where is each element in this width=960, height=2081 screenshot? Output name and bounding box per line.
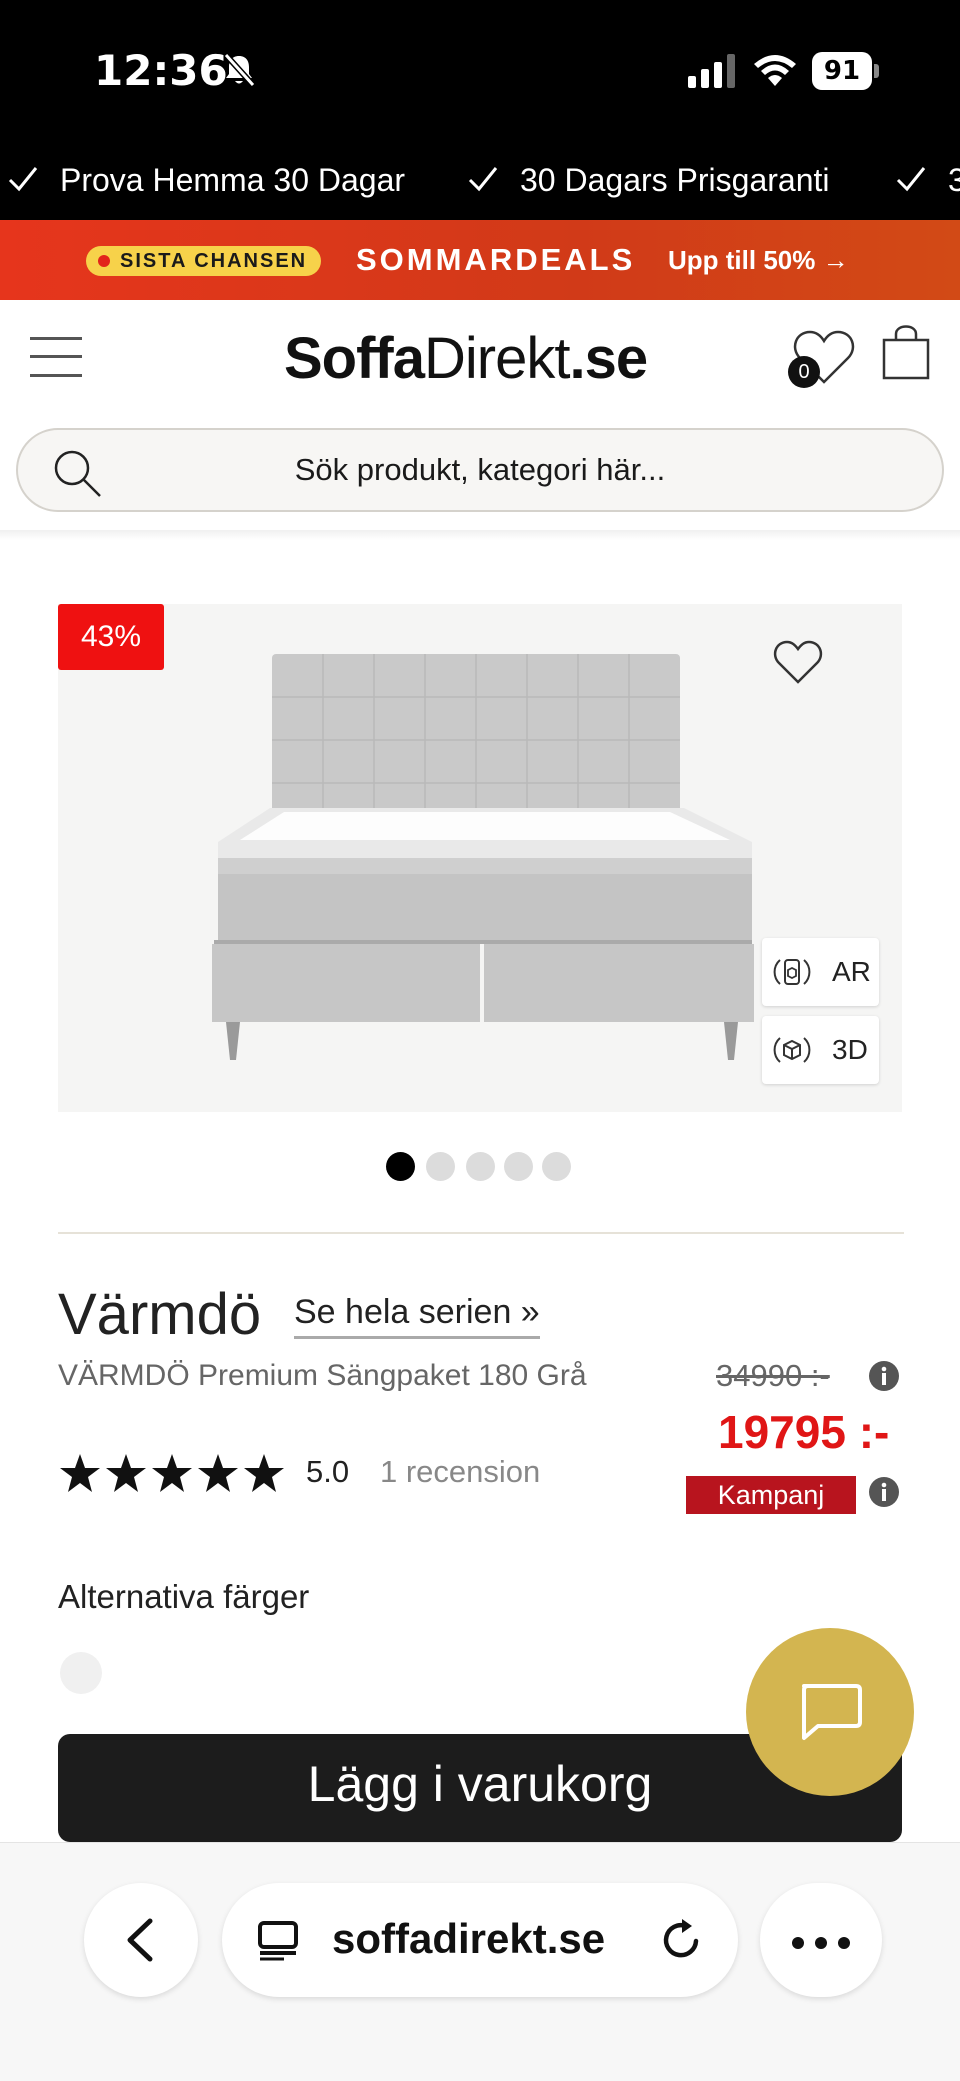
logo-suffix: .se [569, 326, 648, 391]
carousel-dot[interactable] [466, 1152, 495, 1181]
product-title: Värmdö [58, 1282, 262, 1347]
rating-value: 5.0 [306, 1454, 350, 1489]
discount-badge: 43% [58, 604, 164, 670]
usp-ticker: Prova Hemma 30 Dagar 30 Dagars Prisgaran… [0, 140, 960, 220]
last-chance-pill: SISTA CHANSEN [86, 246, 322, 276]
status-bar: 12:36 91 [0, 0, 960, 140]
chevron-left-icon [127, 1918, 153, 1962]
3d-label: 3D [832, 1034, 868, 1065]
header-shadow [0, 530, 960, 540]
3d-cube-icon [773, 1037, 811, 1063]
carousel-dot[interactable] [386, 1152, 415, 1181]
divider [58, 1232, 904, 1234]
red-dot-icon [98, 255, 110, 267]
site-settings-icon [258, 1921, 298, 1961]
battery-icon: 91 [812, 52, 879, 90]
alternative-colors-label: Alternativa färger [58, 1578, 310, 1615]
check-icon [8, 167, 38, 192]
usp-item: 3 [896, 140, 960, 220]
back-button[interactable] [84, 1883, 198, 1997]
url-text: soffadirekt.se [332, 1915, 606, 1962]
usp-item: Prova Hemma 30 Dagar [8, 140, 405, 220]
wishlist-count: 0 [788, 356, 820, 388]
3d-button[interactable]: 3D [762, 1016, 879, 1084]
see-series-link[interactable]: Se hela serien » [294, 1290, 540, 1339]
site-header: SoffaDirekt.se 0 [0, 300, 960, 426]
search-placeholder: Sök produkt, kategori här... [294, 452, 666, 487]
promo-link[interactable]: Upp till 50% → [668, 240, 849, 280]
address-bar[interactable]: soffadirekt.se [222, 1883, 738, 1997]
ar-icon [773, 959, 811, 985]
dot-icon [815, 1937, 827, 1949]
star-rating[interactable] [58, 1452, 284, 1496]
wifi-icon [754, 55, 796, 86]
check-icon [468, 167, 498, 192]
carousel-dot[interactable] [542, 1152, 571, 1181]
usp-item-label: 3 [948, 162, 960, 198]
logo-regular: Direkt [424, 326, 570, 391]
shopping-bag-icon[interactable] [880, 322, 932, 380]
chat-button[interactable] [746, 1628, 914, 1796]
check-icon [896, 167, 926, 192]
reload-icon[interactable] [660, 1917, 704, 1963]
usp-item: 30 Dagars Prisgaranti [468, 140, 829, 220]
sale-price: 19795 :- [718, 1406, 890, 1458]
logo-bold: Soffa [284, 326, 425, 391]
promo-banner[interactable]: SISTA CHANSEN SOMMARDEALS Upp till 50% → [0, 220, 960, 300]
more-options-button[interactable] [760, 1883, 882, 1997]
info-icon[interactable] [868, 1360, 900, 1392]
bed-image [212, 654, 754, 1060]
carousel-dot[interactable] [504, 1152, 533, 1181]
browser-toolbar: soffadirekt.se [0, 1842, 960, 2081]
last-chance-label: SISTA CHANSEN [120, 250, 308, 272]
search-input[interactable]: Sök produkt, kategori här... [16, 428, 944, 512]
campaign-badge: Kampanj [686, 1476, 856, 1514]
info-icon[interactable] [868, 1476, 900, 1508]
product-description: VÄRMDÖ Premium Sängpaket 180 Grå [58, 1359, 587, 1392]
site-logo[interactable]: SoffaDirekt.se [284, 324, 648, 394]
ar-button[interactable]: AR [762, 938, 879, 1006]
ar-label: AR [832, 956, 871, 987]
dot-icon [792, 1937, 804, 1949]
usp-item-label: 30 Dagars Prisgaranti [520, 162, 830, 198]
original-price: 34990 :- [716, 1358, 830, 1393]
review-count-link[interactable]: 1 recension [380, 1454, 540, 1490]
cellular-signal-icon [688, 54, 735, 88]
bell-muted-icon [223, 52, 256, 88]
menu-icon[interactable] [30, 334, 82, 380]
color-swatch[interactable] [60, 1652, 102, 1694]
battery-level: 91 [812, 52, 872, 90]
status-time: 12:36 [94, 46, 228, 95]
heart-icon[interactable] [772, 638, 824, 686]
dot-icon [838, 1937, 850, 1949]
promo-title: SOMMARDEALS [356, 242, 636, 277]
usp-item-label: Prova Hemma 30 Dagar [60, 162, 406, 198]
carousel-dot[interactable] [426, 1152, 455, 1181]
image-carousel-dots [386, 1152, 586, 1182]
chat-bubble-icon [802, 1684, 862, 1740]
wishlist-button[interactable]: 0 [788, 326, 858, 388]
